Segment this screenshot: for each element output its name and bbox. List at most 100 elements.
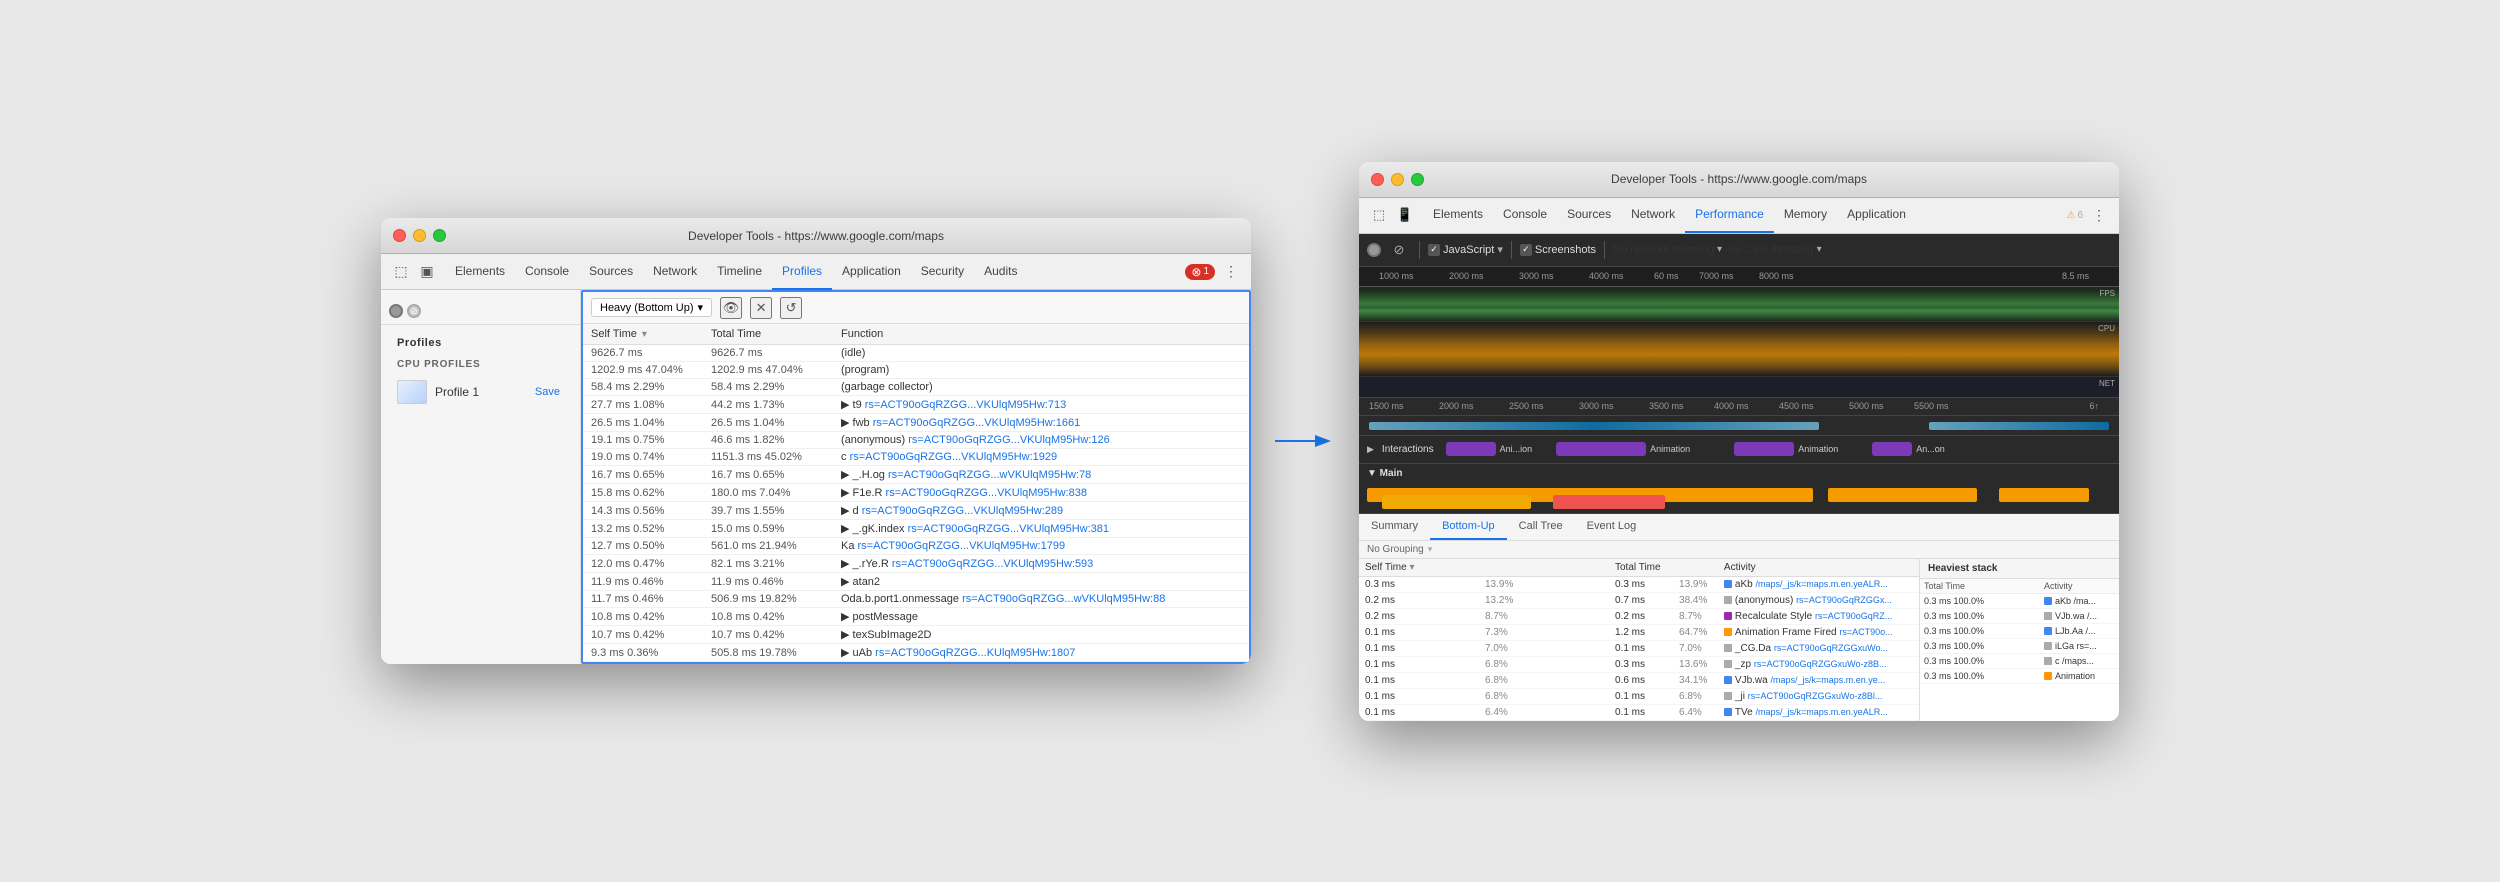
perf-record-btn[interactable] (1367, 243, 1381, 257)
table-row: 0.3 ms 100.0%Animation (1920, 668, 2119, 683)
refresh-icon-btn[interactable]: ↺ (780, 297, 802, 319)
tab-console[interactable]: Console (515, 254, 579, 290)
main-thread-section: ▼ Main (1359, 464, 2119, 514)
right-tab-elements[interactable]: Elements (1423, 197, 1493, 233)
cpu-throttle-dropdown[interactable]: No CPU throttling ▾ (1728, 244, 1822, 256)
more-menu-btn[interactable]: ⋮ (1219, 260, 1243, 284)
profile-table-container[interactable]: Self Time ▾ Total Time Function (583, 324, 1249, 662)
table-row[interactable]: 12.0 ms 0.47%82.1 ms 3.21%▶ _.rYe.R rs=A… (583, 555, 1249, 573)
right-tab-performance[interactable]: Performance (1685, 197, 1774, 233)
bu-col-self[interactable]: Self Time ▾ (1359, 559, 1479, 577)
table-row[interactable]: 0.1 ms7.0%0.1 ms7.0%_CG.Da rs=ACT90oGqRZ… (1359, 640, 1919, 656)
cursor-icon-btn[interactable]: ⬚ (389, 260, 413, 284)
table-row[interactable]: 0.2 ms8.7%0.2 ms8.7%Recalculate Style rs… (1359, 608, 1919, 624)
close-button[interactable] (393, 229, 406, 242)
minimize-button[interactable] (413, 229, 426, 242)
right-tab-memory[interactable]: Memory (1774, 197, 1837, 233)
interaction-block-2 (1556, 442, 1646, 456)
table-row[interactable]: 14.3 ms 0.56%39.7 ms 1.55%▶ d rs=ACT90oG… (583, 502, 1249, 520)
screenshots-filter[interactable]: Screenshots (1520, 244, 1596, 256)
left-toolbar: ⬚ ▣ Elements Console Sources Network Tim… (381, 254, 1251, 290)
filter-icon-btn[interactable]: 👁 (720, 297, 742, 319)
table-row[interactable]: 10.7 ms 0.42%10.7 ms 0.42%▶ texSubImage2… (583, 626, 1249, 644)
flame-highlight-bar (1359, 416, 2119, 436)
error-badge: ⊗ 1 (1185, 264, 1215, 280)
table-row[interactable]: 9.3 ms 0.36%505.8 ms 19.78%▶ uAb rs=ACT9… (583, 644, 1249, 662)
table-row[interactable]: 0.1 ms6.8%0.3 ms13.6%_zp rs=ACT90oGqRZGG… (1359, 656, 1919, 672)
box-icon-btn[interactable]: ▣ (415, 260, 439, 284)
table-row[interactable]: 16.7 ms 0.65%16.7 ms 0.65%▶ _.H.og rs=AC… (583, 466, 1249, 484)
tab-application[interactable]: Application (832, 254, 911, 290)
tab-timeline[interactable]: Timeline (707, 254, 772, 290)
no-grouping-bar: No Grouping ▾ (1359, 541, 2119, 559)
table-row[interactable]: 0.3 ms13.9%0.3 ms13.9%aKb /maps/_js/k=ma… (1359, 576, 1919, 592)
table-row[interactable]: 19.1 ms 0.75%46.6 ms 1.82%(anonymous) rs… (583, 432, 1249, 449)
tab-audits[interactable]: Audits (974, 254, 1027, 290)
left-sidebar: ⊘ Profiles CPU PROFILES Profile 1 Save (381, 290, 581, 664)
col-self-time[interactable]: Self Time ▾ (583, 324, 703, 345)
table-row[interactable]: 0.1 ms6.8%0.1 ms6.8%_ji rs=ACT90oGqRZGGx… (1359, 688, 1919, 704)
tab-elements[interactable]: Elements (445, 254, 515, 290)
right-minimize-button[interactable] (1391, 173, 1404, 186)
col-function[interactable]: Function (833, 324, 1249, 345)
table-row[interactable]: 11.9 ms 0.46%11.9 ms 0.46%▶ atan2 (583, 573, 1249, 591)
right-tab-application[interactable]: Application (1837, 197, 1916, 233)
table-row[interactable]: 0.1 ms7.3%1.2 ms64.7%Animation Frame Fir… (1359, 624, 1919, 640)
table-row[interactable]: 26.5 ms 1.04%26.5 ms 1.04%▶ fwb rs=ACT90… (583, 414, 1249, 432)
bu-col-activity[interactable]: Activity (1718, 559, 1919, 577)
summary-tab[interactable]: Summary (1359, 514, 1430, 540)
col-total-time[interactable]: Total Time (703, 324, 833, 345)
table-row[interactable]: 9626.7 ms9626.7 ms(idle) (583, 345, 1249, 362)
table-row[interactable]: 0.2 ms13.2%0.7 ms38.4%(anonymous) rs=ACT… (1359, 592, 1919, 608)
table-row[interactable]: 19.0 ms 0.74%1151.3 ms 45.02%c rs=ACT90o… (583, 449, 1249, 466)
table-row[interactable]: 1202.9 ms 47.04%1202.9 ms 47.04%(program… (583, 362, 1249, 379)
table-row[interactable]: 15.8 ms 0.62%180.0 ms 7.04%▶ F1e.R rs=AC… (583, 484, 1249, 502)
right-cursor-btn[interactable]: ⬚ (1367, 203, 1391, 227)
right-maximize-button[interactable] (1411, 173, 1424, 186)
right-tab-console[interactable]: Console (1493, 197, 1557, 233)
tab-network[interactable]: Network (643, 254, 707, 290)
table-row: 0.3 ms 100.0%iLGa rs=... (1920, 638, 2119, 653)
table-row[interactable]: 27.7 ms 1.08%44.2 ms 1.73%▶ t9 rs=ACT90o… (583, 396, 1249, 414)
bottom-up-table-area[interactable]: Self Time ▾ Total Time Activity 0.3 ms13… (1359, 559, 1919, 721)
js-filter[interactable]: JavaScript ▾ (1428, 243, 1503, 256)
table-row[interactable]: 0.1 ms6.8%0.6 ms34.1%VJb.wa /maps/_js/k=… (1359, 672, 1919, 688)
ruler-4000: 4000 ms (1589, 271, 1624, 281)
network-throttle-dropdown[interactable]: No network throttling ▾ (1613, 244, 1722, 256)
right-close-button[interactable] (1371, 173, 1384, 186)
view-dropdown[interactable]: Heavy (Bottom Up) ▾ (591, 298, 712, 317)
fps-label: FPS (2099, 289, 2115, 298)
right-more-btn[interactable]: ⋮ (2087, 203, 2111, 227)
call-tree-tab[interactable]: Call Tree (1507, 514, 1575, 540)
bu-col-total[interactable]: Total Time (1609, 559, 1673, 577)
zoom-3500: 3500 ms (1649, 401, 1684, 411)
right-tab-network[interactable]: Network (1621, 197, 1685, 233)
tab-profiles[interactable]: Profiles (772, 254, 832, 290)
net-chart: NET (1359, 377, 2119, 397)
record-btn[interactable] (389, 304, 403, 318)
separator-3 (1604, 241, 1605, 259)
tab-security[interactable]: Security (911, 254, 974, 290)
table-row[interactable]: 11.7 ms 0.46%506.9 ms 19.82%Oda.b.port1.… (583, 591, 1249, 608)
tab-sources[interactable]: Sources (579, 254, 643, 290)
stop-btn[interactable]: ⊘ (407, 304, 421, 318)
reload-icon-btn[interactable]: ⊘ (1387, 238, 1411, 262)
table-row[interactable]: 13.2 ms 0.52%15.0 ms 0.59%▶ _.gK.index r… (583, 520, 1249, 538)
separator-2 (1511, 241, 1512, 259)
event-log-tab[interactable]: Event Log (1575, 514, 1649, 540)
zoom-6: 6↑ (2089, 401, 2099, 411)
bottom-up-tab[interactable]: Bottom-Up (1430, 514, 1507, 540)
table-row[interactable]: 12.7 ms 0.50%561.0 ms 21.94%Ka rs=ACT90o… (583, 538, 1249, 555)
save-profile-button[interactable]: Save (531, 384, 564, 400)
ruler-2000: 2000 ms (1449, 271, 1484, 281)
profile-1-item[interactable]: Profile 1 Save (381, 374, 580, 410)
net-label: NET (2099, 379, 2115, 388)
table-row[interactable]: 0.1 ms6.4%0.1 ms6.4%TVe /maps/_js/k=maps… (1359, 704, 1919, 720)
maximize-button[interactable] (433, 229, 446, 242)
ruler-1000: 1000 ms (1379, 271, 1414, 281)
table-row[interactable]: 10.8 ms 0.42%10.8 ms 0.42%▶ postMessage (583, 608, 1249, 626)
right-phone-btn[interactable]: 📱 (1393, 203, 1417, 227)
right-tab-sources[interactable]: Sources (1557, 197, 1621, 233)
clear-icon-btn[interactable]: ✕ (750, 297, 772, 319)
table-row[interactable]: 58.4 ms 2.29%58.4 ms 2.29%(garbage colle… (583, 379, 1249, 396)
